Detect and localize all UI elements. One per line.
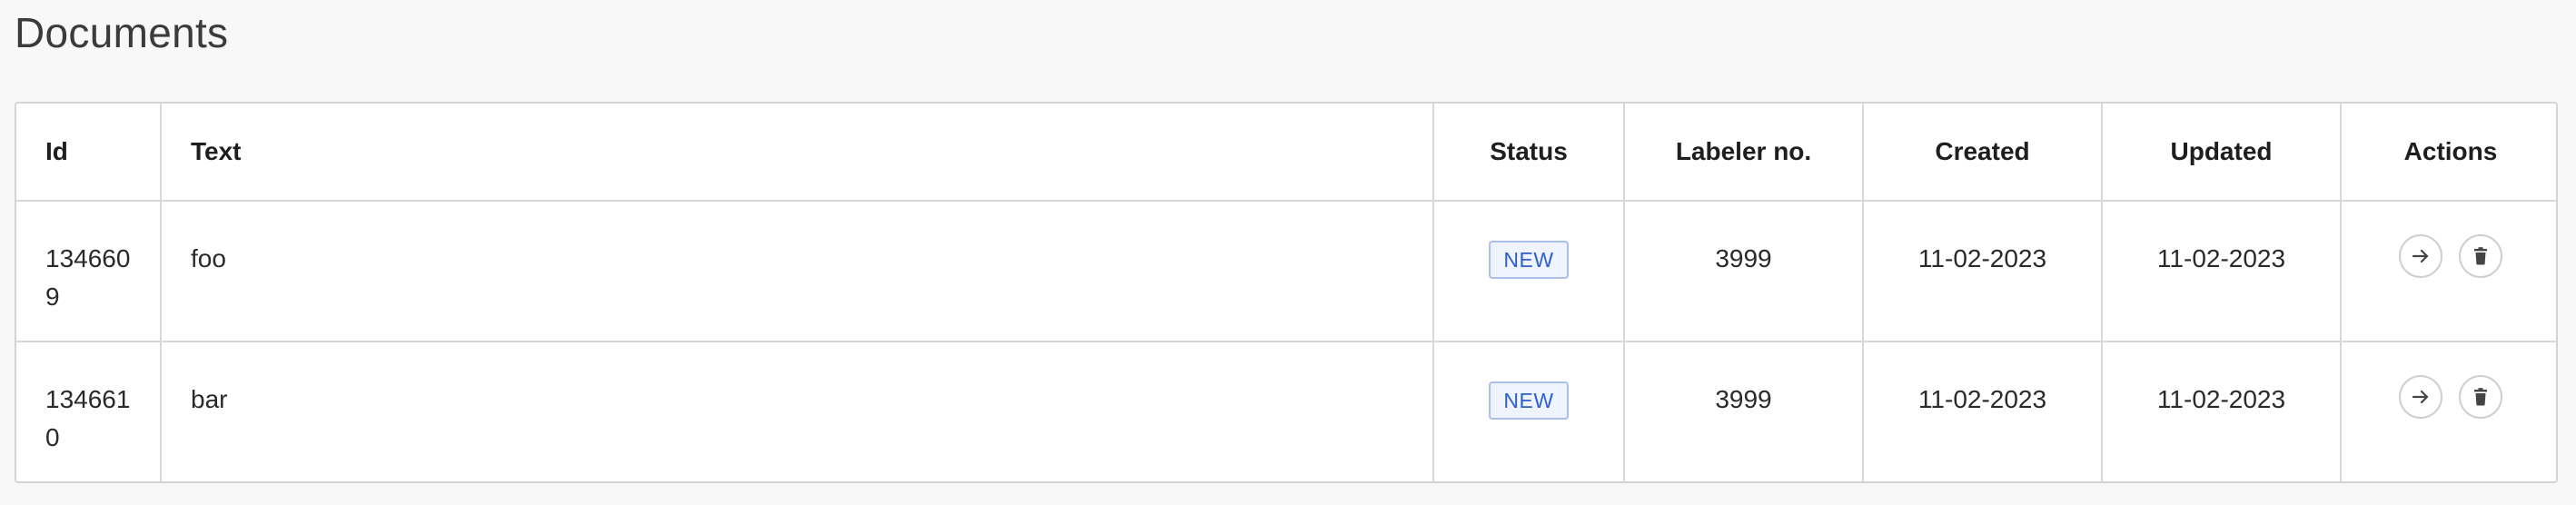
cell-actions	[2341, 201, 2556, 342]
column-header-labeler[interactable]: Labeler no.	[1624, 104, 1864, 202]
cell-id: 1346609	[16, 201, 162, 342]
cell-status: NEW	[1433, 342, 1625, 481]
cell-labeler: 3999	[1624, 342, 1864, 481]
trash-icon	[2474, 388, 2487, 406]
cell-id: 1346610	[16, 342, 162, 481]
arrow-right-icon	[2412, 390, 2429, 404]
page-title: Documents	[15, 9, 229, 56]
column-header-id[interactable]: Id	[16, 104, 162, 202]
delete-document-button[interactable]	[2459, 234, 2502, 278]
cell-created: 11-02-2023	[1863, 201, 2103, 342]
column-header-text[interactable]: Text	[161, 104, 1434, 202]
table-row: 1346609 foo NEW 3999 11-02-2023 11-02-20…	[16, 201, 2556, 342]
cell-actions	[2341, 342, 2556, 481]
documents-table: Id Text Status Labeler no. Created Updat…	[16, 104, 2556, 481]
cell-status: NEW	[1433, 201, 1625, 342]
cell-updated: 11-02-2023	[2102, 201, 2342, 342]
cell-updated: 11-02-2023	[2102, 342, 2342, 481]
open-document-button[interactable]	[2399, 375, 2442, 419]
column-header-created[interactable]: Created	[1863, 104, 2103, 202]
status-badge: NEW	[1489, 241, 1569, 279]
status-badge: NEW	[1489, 381, 1569, 420]
trash-icon	[2474, 247, 2487, 265]
delete-document-button[interactable]	[2459, 375, 2502, 419]
cell-created: 11-02-2023	[1863, 342, 2103, 481]
cell-text: bar	[161, 342, 1434, 481]
column-header-updated[interactable]: Updated	[2102, 104, 2342, 202]
column-header-actions: Actions	[2341, 104, 2556, 202]
cell-labeler: 3999	[1624, 201, 1864, 342]
cell-text: foo	[161, 201, 1434, 342]
documents-page: Documents Id Text Status Labeler no. Cre…	[0, 0, 2576, 505]
table-header-row: Id Text Status Labeler no. Created Updat…	[16, 104, 2556, 202]
table-header: Id Text Status Labeler no. Created Updat…	[16, 104, 2556, 202]
table-body: 1346609 foo NEW 3999 11-02-2023 11-02-20…	[16, 201, 2556, 481]
open-document-button[interactable]	[2399, 234, 2442, 278]
table-row: 1346610 bar NEW 3999 11-02-2023 11-02-20…	[16, 342, 2556, 481]
column-header-status[interactable]: Status	[1433, 104, 1625, 202]
documents-table-container: Id Text Status Labeler no. Created Updat…	[15, 102, 2558, 483]
arrow-right-icon	[2412, 249, 2429, 263]
row-actions	[2343, 375, 2556, 419]
row-actions	[2343, 234, 2556, 278]
